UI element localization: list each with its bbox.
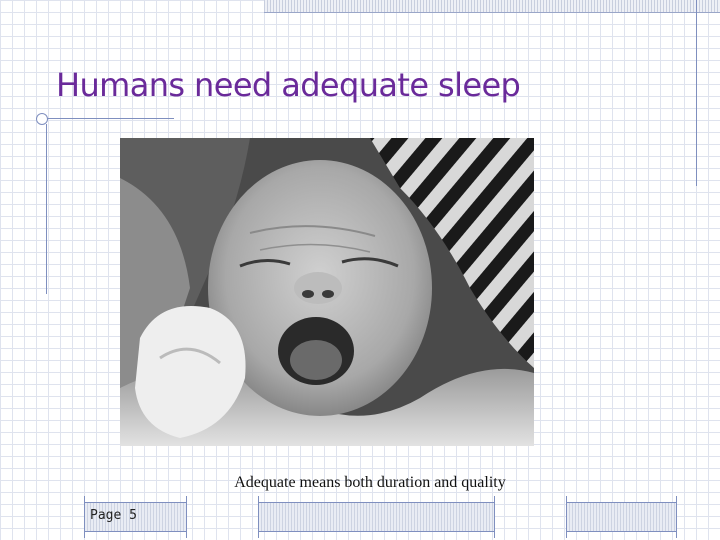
page-number: Page 5 <box>90 508 137 523</box>
footer-date-box <box>258 502 494 532</box>
footer-tick <box>186 496 187 538</box>
baby-photo-illustration <box>120 138 534 446</box>
title-underline-rule <box>36 118 174 119</box>
slide-title: Humans need adequate sleep <box>56 66 521 104</box>
footer-tick <box>258 496 259 538</box>
footer-tick <box>494 496 495 538</box>
right-vertical-rule <box>696 0 697 186</box>
footer-extra-box <box>566 502 676 532</box>
baby-yawning-photo <box>120 138 534 446</box>
title-bullet-circle <box>36 113 48 125</box>
footer-tick <box>676 496 677 538</box>
top-decorative-band <box>264 0 720 13</box>
footer-tick <box>566 496 567 538</box>
slide-caption: Adequate means both duration and quality <box>234 474 506 491</box>
left-vertical-rule <box>46 124 47 294</box>
footer-tick <box>84 496 85 538</box>
